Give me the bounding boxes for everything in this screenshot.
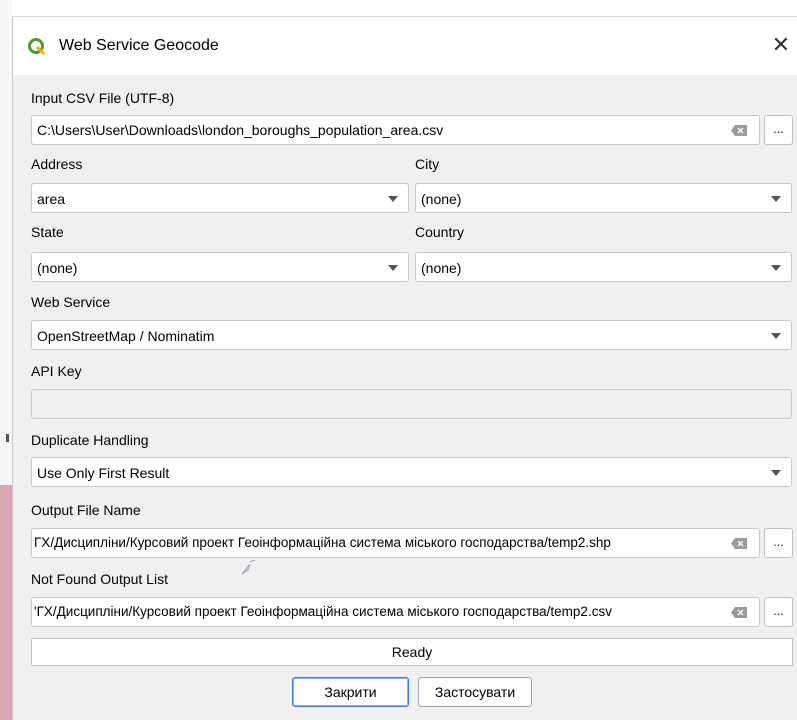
cursor-icon bbox=[241, 559, 256, 575]
country-combo[interactable]: (none) bbox=[415, 252, 792, 282]
apply-button[interactable]: Застосувати bbox=[418, 677, 532, 707]
duplicate-handling-label: Duplicate Handling bbox=[31, 432, 149, 448]
input-csv-label: Input CSV File (UTF-8) bbox=[31, 90, 175, 106]
not-found-value: 'ГХ/Дисципліни/Курсовий проект Геоінформ… bbox=[34, 604, 612, 619]
duplicate-handling-combo[interactable]: Use Only First Result bbox=[31, 457, 792, 487]
output-file-field[interactable]: ГХ/Дисципліни/Курсовий проект Геоінформа… bbox=[31, 528, 760, 558]
clear-icon[interactable] bbox=[731, 607, 747, 618]
browse-not-found-button[interactable]: ... bbox=[764, 597, 793, 627]
country-value: (none) bbox=[421, 260, 462, 276]
web-service-combo[interactable]: OpenStreetMap / Nominatim bbox=[31, 320, 792, 350]
close-icon[interactable]: ✕ bbox=[767, 31, 795, 59]
chevron-down-icon bbox=[388, 265, 398, 271]
clear-icon[interactable] bbox=[731, 125, 747, 136]
output-file-value: ГХ/Дисципліни/Курсовий проект Геоінформа… bbox=[34, 535, 611, 550]
status-progress-bar: Ready bbox=[31, 638, 793, 666]
background-app-edge bbox=[0, 0, 12, 720]
output-file-label: Output File Name bbox=[31, 502, 141, 518]
input-csv-field[interactable]: C:\Users\User\Downloads\london_boroughs_… bbox=[31, 115, 760, 145]
chevron-down-icon bbox=[771, 196, 781, 202]
web-service-value: OpenStreetMap / Nominatim bbox=[37, 328, 215, 344]
address-combo[interactable]: area bbox=[31, 183, 409, 213]
duplicate-handling-value: Use Only First Result bbox=[37, 465, 170, 481]
state-label: State bbox=[31, 224, 64, 240]
api-key-label: API Key bbox=[31, 363, 82, 379]
address-value: area bbox=[37, 191, 66, 207]
browse-output-file-button[interactable]: ... bbox=[764, 528, 793, 558]
clear-icon[interactable] bbox=[731, 538, 747, 549]
city-label: City bbox=[415, 156, 440, 172]
state-combo[interactable]: (none) bbox=[31, 252, 409, 282]
title-bar: Web Service Geocode ✕ bbox=[13, 17, 797, 75]
chevron-down-icon bbox=[771, 470, 781, 476]
country-label: Country bbox=[415, 224, 465, 240]
not-found-label: Not Found Output List bbox=[31, 571, 168, 587]
api-key-field[interactable] bbox=[31, 389, 792, 419]
chevron-down-icon bbox=[771, 265, 781, 271]
background-panel bbox=[0, 485, 12, 720]
not-found-field[interactable]: 'ГХ/Дисципліни/Курсовий проект Геоінформ… bbox=[31, 597, 760, 627]
qgis-icon bbox=[28, 38, 46, 56]
browse-input-csv-button[interactable]: ... bbox=[764, 115, 793, 145]
geocode-dialog: Web Service Geocode ✕ Input CSV File (UT… bbox=[12, 16, 797, 720]
city-combo[interactable]: (none) bbox=[415, 183, 792, 213]
state-value: (none) bbox=[37, 260, 78, 276]
input-csv-value: C:\Users\User\Downloads\london_boroughs_… bbox=[37, 122, 444, 138]
background-marker bbox=[6, 434, 9, 442]
web-service-label: Web Service bbox=[31, 294, 111, 310]
chevron-down-icon bbox=[771, 333, 781, 339]
window-title: Web Service Geocode bbox=[59, 37, 219, 54]
chevron-down-icon bbox=[388, 196, 398, 202]
city-value: (none) bbox=[421, 191, 462, 207]
close-button[interactable]: Закрити bbox=[292, 677, 409, 707]
address-label: Address bbox=[31, 156, 83, 172]
